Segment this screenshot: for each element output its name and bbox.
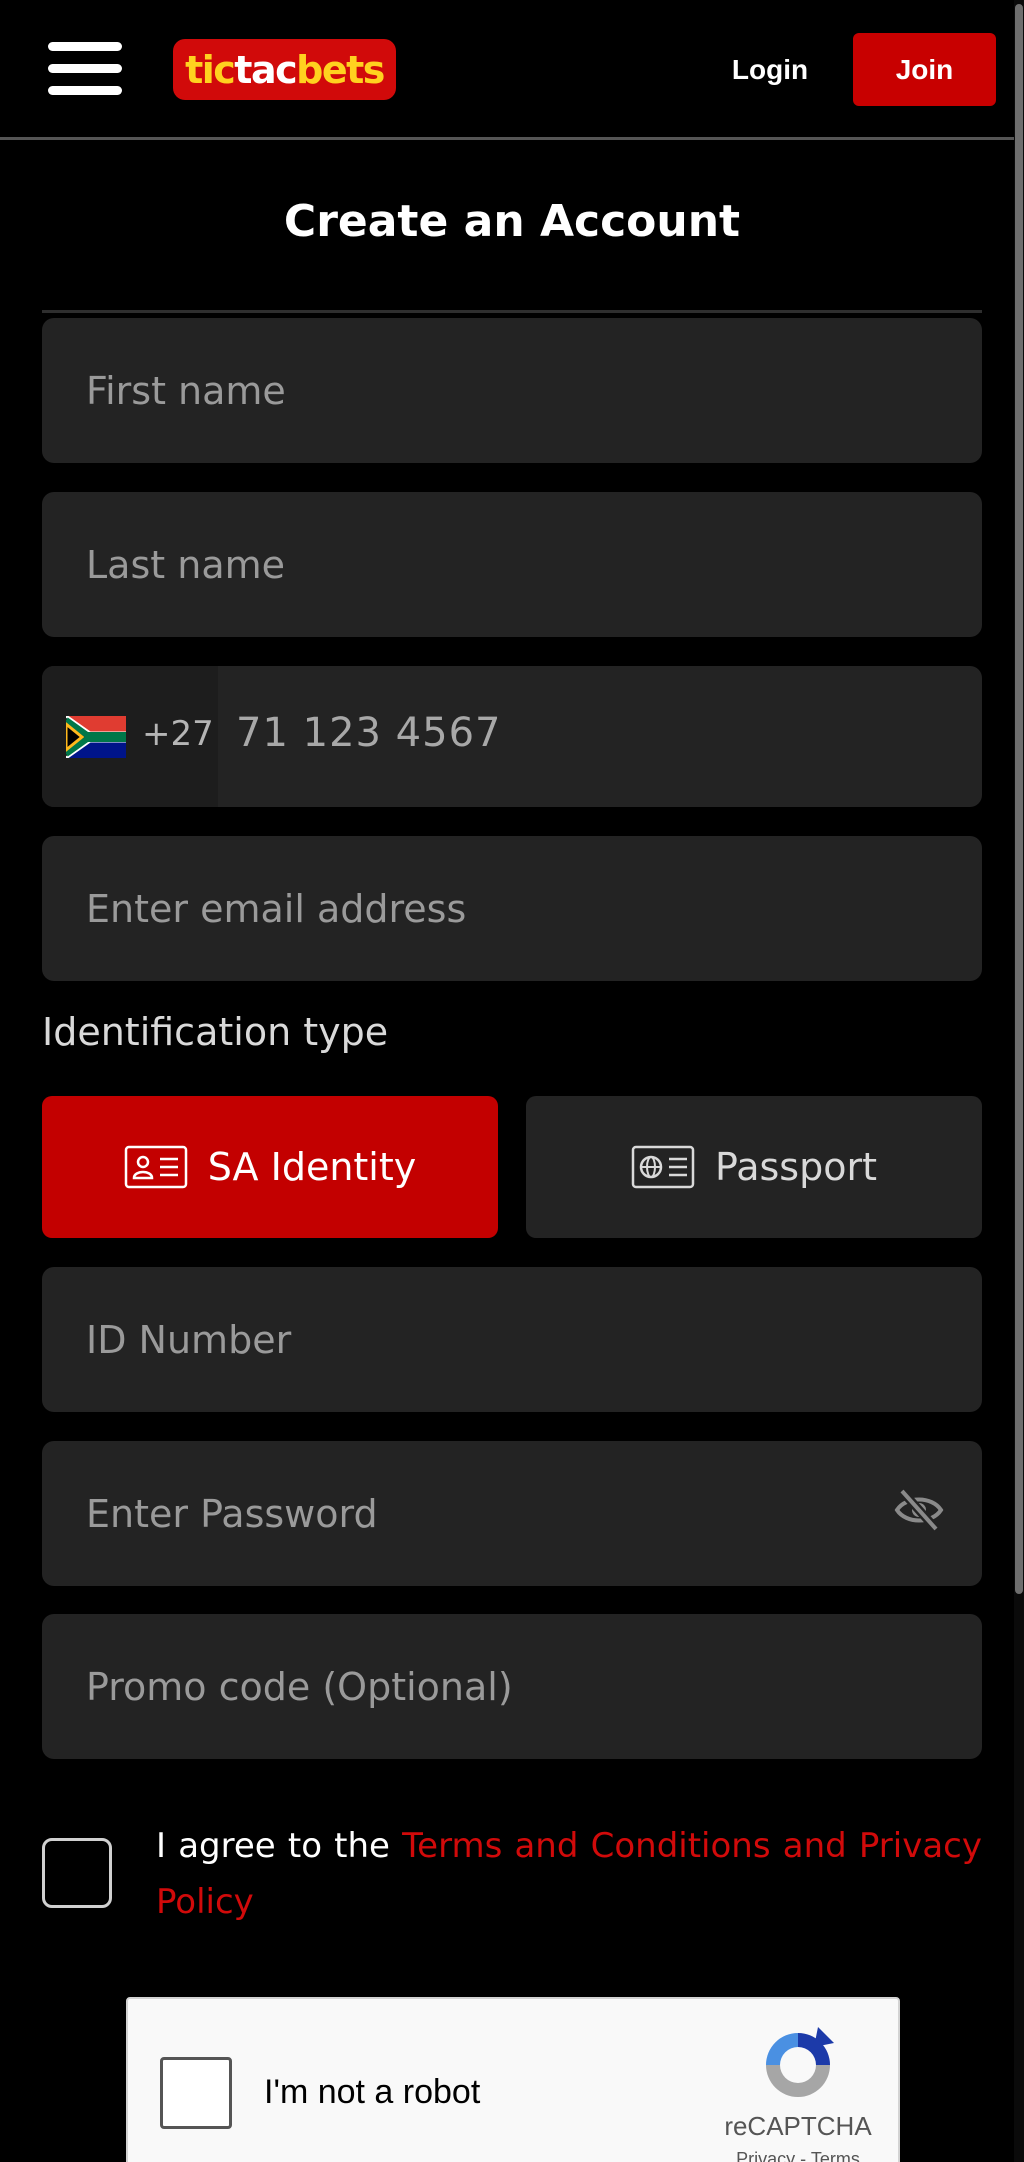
south-africa-flag-icon xyxy=(66,716,126,758)
login-link[interactable]: Login xyxy=(720,42,820,98)
id-card-icon xyxy=(124,1145,187,1189)
password-field[interactable]: Enter Password xyxy=(42,1441,982,1586)
join-button[interactable]: Join xyxy=(853,33,996,106)
promo-code-field[interactable]: Promo code (Optional) xyxy=(42,1614,982,1759)
id-number-field[interactable]: ID Number xyxy=(42,1267,982,1412)
country-code-selector[interactable]: +27 xyxy=(42,666,218,807)
page-title: Create an Account xyxy=(283,196,741,247)
phone-field[interactable]: +27 71 123 4567 xyxy=(42,666,982,807)
id-number-placeholder: ID Number xyxy=(86,1317,292,1362)
last-name-placeholder: Last name xyxy=(86,542,285,587)
recaptcha-widget: I'm not a robot reCAPTCHA Privacy - Term… xyxy=(126,1997,900,2162)
first-name-placeholder: First name xyxy=(86,368,286,413)
promo-code-placeholder: Promo code (Optional) xyxy=(86,1664,513,1709)
email-field[interactable]: Enter email address xyxy=(42,836,982,981)
hamburger-menu-icon[interactable] xyxy=(48,40,122,98)
recaptcha-privacy-terms-links[interactable]: Privacy - Terms xyxy=(718,2149,878,2162)
agree-prefix: I agree to the xyxy=(156,1826,403,1866)
last-name-field[interactable]: Last name xyxy=(42,492,982,637)
recaptcha-brand: reCAPTCHA xyxy=(724,2111,872,2141)
recaptcha-logo-icon xyxy=(766,2027,834,2097)
eye-slash-icon[interactable] xyxy=(894,1485,944,1535)
passport-button[interactable]: Passport xyxy=(526,1096,982,1238)
passport-icon xyxy=(631,1145,695,1189)
terms-checkbox[interactable] xyxy=(42,1838,112,1908)
top-header: tic tac bets Login Join xyxy=(0,0,1014,140)
password-placeholder: Enter Password xyxy=(86,1491,378,1536)
registration-page: tic tac bets Login Join Create an Account … xyxy=(0,0,1024,2162)
first-name-field[interactable]: First name xyxy=(42,318,982,463)
phone-placeholder: 71 123 4567 xyxy=(236,710,502,756)
recaptcha-label: I'm not a robot xyxy=(264,2073,481,2111)
title-divider xyxy=(42,310,982,313)
dial-code: +27 xyxy=(142,714,214,754)
sa-identity-button[interactable]: SA Identity xyxy=(42,1096,498,1238)
sa-identity-label: SA Identity xyxy=(207,1145,417,1189)
recaptcha-checkbox[interactable] xyxy=(160,2057,232,2129)
tictacbets-logo[interactable]: tic tac bets xyxy=(173,39,396,100)
email-placeholder: Enter email address xyxy=(86,886,467,931)
scrollbar[interactable] xyxy=(1014,0,1024,2162)
passport-label: Passport xyxy=(715,1145,877,1189)
terms-agreement-text: I agree to the Terms and Conditions and … xyxy=(156,1818,982,1930)
identification-type-label: Identification type xyxy=(42,1010,389,1054)
